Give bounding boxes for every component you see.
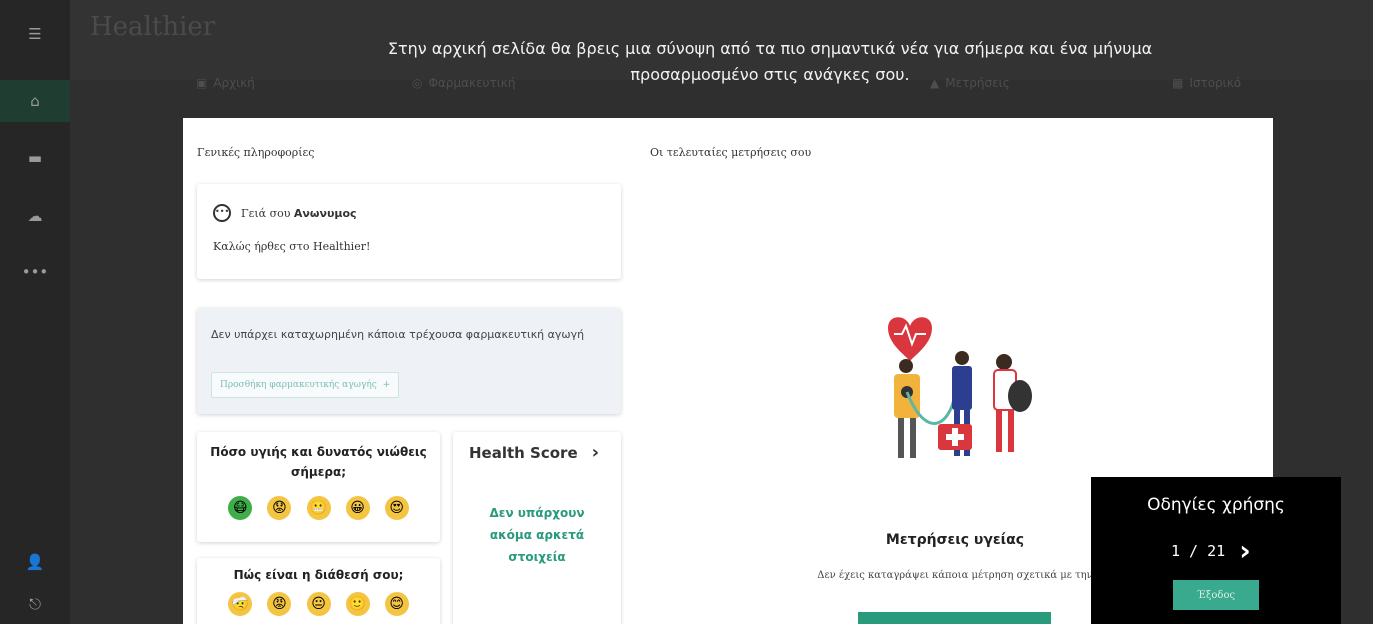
mood-question: Πώς είναι η διάθεσή σου; xyxy=(233,568,404,582)
add-medication-button[interactable]: Προσθήκη φαρμακευτικής αγωγής + xyxy=(211,372,400,398)
mood-card: Πώς είναι η διάθεσή σου; 🤕 😡 😐 🙂 😊 xyxy=(197,558,440,624)
medication-card: Δεν υπάρχει καταχωρημένη κάποια τρέχουσα… xyxy=(197,308,621,414)
emoji-hurt-icon[interactable]: 🤕 xyxy=(228,592,253,616)
greeting-card: ••• Γειά σου Ανωνυμος Καλώς ήρθες στο He… xyxy=(197,184,621,279)
wellbeing-question: Πόσο υγιής και δυνατός νιώθεις σήμερα; xyxy=(210,445,427,479)
health-score-empty: Δεν υπάρχουν ακόμα αρκετά στοιχεία xyxy=(489,506,585,564)
health-score-title: Health Score xyxy=(469,443,578,462)
greeting-row: ••• Γειά σου Ανωνυμος xyxy=(213,204,357,222)
menu-icon[interactable]: ☰ xyxy=(0,22,70,46)
chat-icon: ••• xyxy=(213,204,231,222)
more-icon[interactable]: ••• xyxy=(0,260,70,284)
health-score-header: Health Score › xyxy=(469,442,599,463)
app-logo: Healthier xyxy=(90,12,216,42)
tab-label: Αρχική xyxy=(213,76,255,90)
medication-empty-text: Δεν υπάρχει καταχωρημένη κάποια τρέχουσα… xyxy=(211,328,585,341)
chevron-right-icon[interactable]: › xyxy=(1239,537,1251,565)
user-name: Ανωνυμος xyxy=(293,206,357,220)
tour-message: Στην αρχική σελίδα θα βρεις μια σύνοψη α… xyxy=(387,39,1153,84)
cloud-icon[interactable]: ☁ xyxy=(0,204,70,228)
tutorial-popover: Οδηγίες χρήσης 1 / 21 › Έξοδος xyxy=(1091,477,1341,624)
tutorial-pager: 1 / 21 › xyxy=(1171,537,1251,565)
wellbeing-emoji-row: 😷 😟 😬 😀 😍 xyxy=(197,496,440,520)
home-icon[interactable]: ⌂ xyxy=(0,80,70,122)
add-medication-label: Προσθήκη φαρμακευτικής αγωγής xyxy=(220,380,377,390)
wellbeing-card: Πόσο υγιής και δυνατός νιώθεις σήμερα; 😷… xyxy=(197,432,440,542)
folder-icon[interactable]: ▬ xyxy=(0,146,70,170)
doctors-illustration xyxy=(888,317,1032,458)
health-score-card[interactable]: Health Score › Δεν υπάρχουν ακόμα αρκετά… xyxy=(453,432,621,624)
sidebar: ☰ ⌂ ▬ ☁ ••• 👤 ⎋ xyxy=(0,0,70,624)
emoji-neutral-icon[interactable]: 😐 xyxy=(306,592,331,616)
tutorial-exit-button[interactable]: Έξοδος xyxy=(1173,580,1259,610)
emoji-love-icon[interactable]: 😍 xyxy=(384,496,409,520)
emoji-worried-icon[interactable]: 😟 xyxy=(267,496,292,520)
emoji-happy-icon[interactable]: 😀 xyxy=(345,496,370,520)
greeting-prefix: Γειά σου xyxy=(241,206,291,220)
emoji-angry-icon[interactable]: 😡 xyxy=(267,592,292,616)
emoji-grimace-icon[interactable]: 😬 xyxy=(306,496,331,520)
tutorial-counter: 1 / 21 xyxy=(1171,542,1226,560)
welcome-text: Καλώς ήρθες στο Healthier! xyxy=(213,240,371,253)
tab-home[interactable]: ▣ Αρχική xyxy=(196,76,255,90)
emoji-sick-icon[interactable]: 😷 xyxy=(228,496,253,520)
mood-emoji-row: 🤕 😡 😐 🙂 😊 xyxy=(197,592,440,616)
plus-icon: + xyxy=(382,380,391,390)
chevron-right-icon[interactable]: › xyxy=(592,442,599,463)
home-icon: ▣ xyxy=(196,76,208,90)
emoji-smile-icon[interactable]: 🙂 xyxy=(345,592,370,616)
logout-icon[interactable]: ⎋ xyxy=(0,592,70,616)
measurements-section-title: Οι τελευταίες μετρήσεις σου xyxy=(650,146,812,159)
general-info-title: Γενικές πληροφορίες xyxy=(197,146,315,159)
tab-label: Ιστορικό xyxy=(1189,76,1242,90)
add-measurement-button[interactable] xyxy=(858,612,1051,624)
tutorial-title: Οδηγίες χρήσης xyxy=(1147,495,1285,515)
calendar-icon: ▦ xyxy=(1172,76,1184,90)
emoji-content-icon[interactable]: 😊 xyxy=(384,592,409,616)
measurements-heading: Μετρήσεις υγείας xyxy=(885,532,1025,548)
tab-history[interactable]: ▦ Ιστορικό xyxy=(1172,76,1241,90)
user-icon[interactable]: 👤 xyxy=(0,550,70,574)
